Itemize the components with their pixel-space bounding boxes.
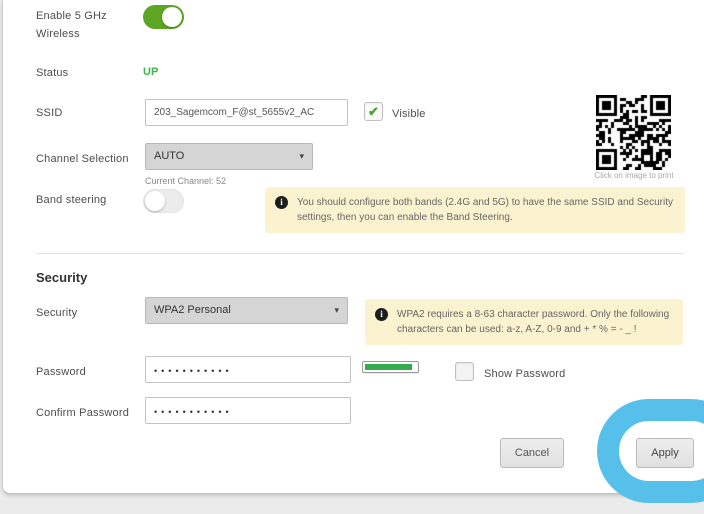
toggle-knob (145, 191, 165, 211)
password-rules-text: WPA2 requires a 8-63 character password.… (397, 309, 669, 335)
apply-button[interactable]: Apply (636, 438, 694, 468)
enable-5ghz-toggle[interactable] (143, 5, 184, 29)
info-icon: i (375, 308, 388, 321)
chevron-down-icon: ▾ (334, 298, 339, 323)
show-password-checkbox[interactable] (455, 362, 474, 381)
password-rules-infobox: i WPA2 requires a 8-63 character passwor… (365, 299, 683, 345)
password-strength-meter (362, 361, 419, 373)
show-password-label: Show Password (484, 365, 565, 383)
visible-label: Visible (392, 105, 426, 123)
password-label: Password (36, 363, 86, 381)
qr-caption: Click on image to print (584, 171, 684, 180)
ssid-input[interactable] (145, 99, 348, 126)
security-dropdown-value: WPA2 Personal (154, 304, 231, 316)
ssid-label: SSID (36, 104, 62, 122)
status-label: Status (36, 64, 68, 82)
channel-selection-label: Channel Selection (36, 150, 129, 168)
confirm-password-input[interactable] (145, 397, 351, 424)
security-section-header: Security (36, 270, 87, 285)
band-steering-infobox: i You should configure both bands (2.4G … (265, 187, 685, 233)
security-dropdown[interactable]: WPA2 Personal ▾ (145, 297, 348, 324)
check-icon: ✔ (368, 104, 379, 120)
band-steering-label: Band steering (36, 191, 106, 209)
qr-code-image (596, 95, 671, 170)
current-channel-hint: Current Channel: 52 (145, 176, 226, 186)
channel-dropdown[interactable]: AUTO ▾ (145, 143, 313, 170)
status-value: UP (143, 66, 158, 78)
section-divider (36, 253, 684, 254)
password-input[interactable] (145, 356, 351, 383)
chevron-down-icon: ▾ (299, 144, 304, 169)
toggle-knob (162, 7, 182, 27)
confirm-password-label: Confirm Password (36, 404, 129, 422)
visible-checkbox[interactable]: ✔ (364, 102, 383, 121)
password-strength-fill (365, 364, 412, 370)
band-steering-toggle[interactable] (143, 189, 184, 213)
channel-dropdown-value: AUTO (154, 150, 184, 162)
enable-5ghz-label: Enable 5 GHz Wireless (36, 7, 131, 43)
cancel-button[interactable]: Cancel (500, 438, 564, 468)
security-label: Security (36, 304, 77, 322)
info-icon: i (275, 196, 288, 209)
wifi-qr-code[interactable] (596, 95, 671, 170)
settings-panel: Enable 5 GHz Wireless Status UP SSID ✔ V… (2, 0, 704, 494)
band-steering-info-text: You should configure both bands (2.4G an… (297, 197, 673, 223)
